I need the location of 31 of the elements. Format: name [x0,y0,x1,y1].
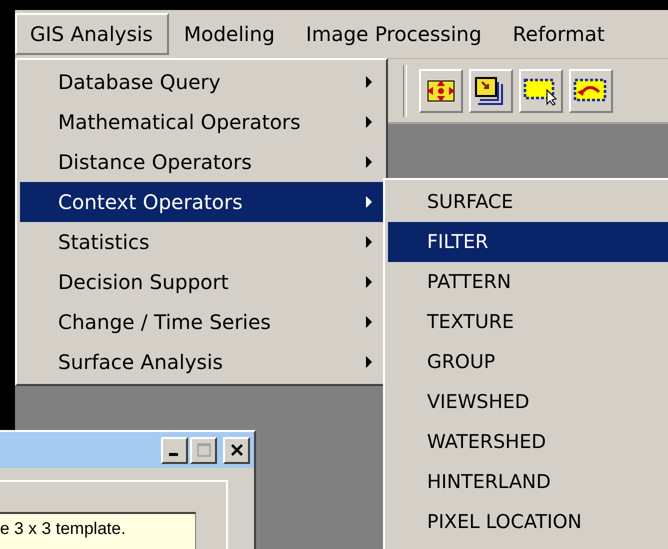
menu-item[interactable]: WATERSHED [388,422,668,462]
menu-item[interactable]: HINTERLAND [388,462,668,502]
minimize-icon [169,453,178,456]
menu-item[interactable]: Mathematical Operators [20,102,383,142]
menu-item[interactable]: Statistics [20,222,383,262]
menu-item[interactable]: Surface Analysis [20,342,383,382]
menu-item[interactable]: TEXTURE [388,302,668,342]
menu-item[interactable]: Decision Support [20,262,383,302]
menu-item[interactable]: Distance Operators [20,142,383,182]
toolbar-button[interactable] [519,68,563,112]
toolbar-button[interactable] [469,68,513,112]
menu-item[interactable]: VIEWSHED [388,382,668,422]
toolbar-button[interactable] [569,68,613,112]
menu-item[interactable]: GROUP [388,342,668,382]
menu-bar-item[interactable]: GIS Analysis [15,13,169,55]
hint-text: e 3 x 3 template. [0,512,196,549]
menu-bar-item[interactable]: Image Processing [290,13,498,55]
menu-bar-item[interactable]: Modeling [168,13,291,55]
menu-item[interactable]: PATTERN [388,262,668,302]
close-icon [230,443,244,457]
maximize-icon [196,443,210,457]
menu-item[interactable]: FILTER [388,222,668,262]
menu-bar-item[interactable]: Reformat [498,13,621,55]
toolbar-button[interactable] [419,68,463,112]
menu-item[interactable]: Context Operators [20,182,383,222]
close-button[interactable] [223,436,250,464]
menu-item[interactable]: SURFACE [388,182,668,222]
minimize-button[interactable] [161,436,188,464]
menu-item[interactable]: Change / Time Series [20,302,383,342]
menu-item[interactable]: PIXEL LOCATION [388,502,668,542]
menu-item[interactable]: Database Query [20,62,383,102]
